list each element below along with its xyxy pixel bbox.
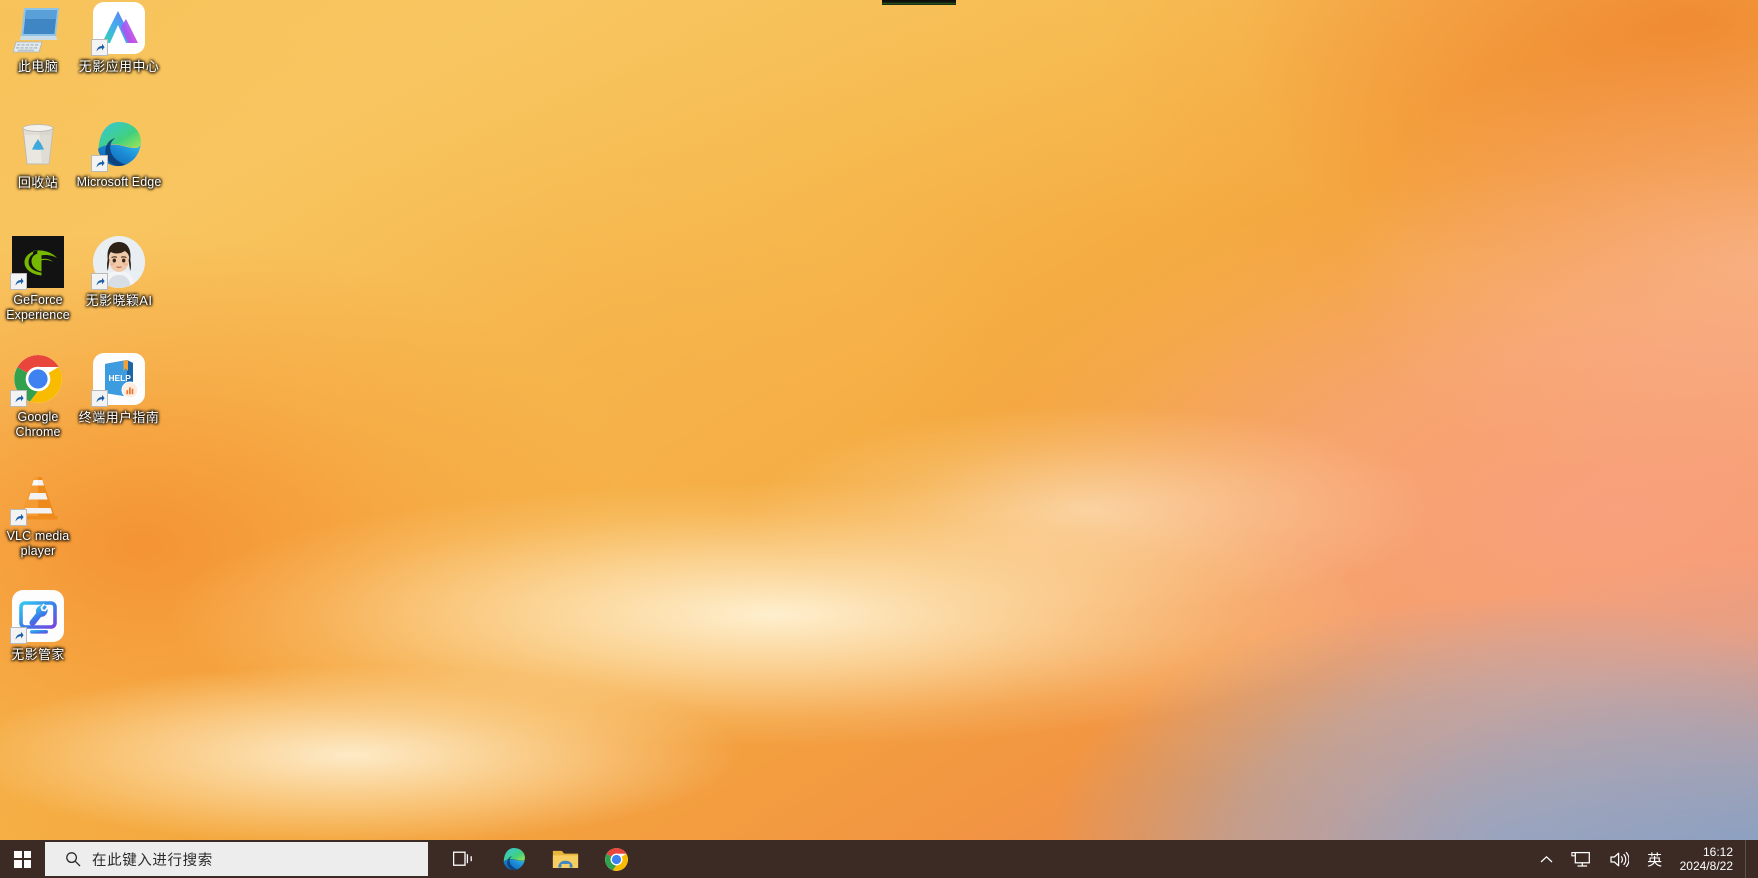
- vlc-cone-icon: [10, 472, 64, 526]
- taskbar-button-chrome[interactable]: [595, 840, 637, 878]
- help-book-icon: HELP: [91, 353, 145, 407]
- chrome-icon: [604, 847, 628, 871]
- desktop-icon-wuying-manager[interactable]: 无影管家: [0, 590, 81, 662]
- taskbar-clock[interactable]: 16:12 2024/8/22: [1672, 840, 1745, 878]
- desktop-icon-label: GeForce Experience: [6, 293, 70, 322]
- desktop-icon-label: 回收站: [17, 175, 59, 190]
- shortcut-arrow-icon: [91, 273, 108, 290]
- taskbar-button-task-view[interactable]: [442, 840, 484, 878]
- clock-time: 16:12: [1702, 845, 1733, 859]
- taskbar-app-list: [428, 840, 637, 878]
- nvidia-icon: [10, 236, 64, 290]
- desktop-icon-label: VLC media player: [6, 529, 70, 558]
- desktop-wallpaper: [0, 0, 1758, 878]
- shortcut-arrow-icon: [91, 155, 108, 172]
- clock-date: 2024/8/22: [1679, 859, 1733, 873]
- desktop-icon-this-pc[interactable]: 此电脑: [0, 2, 81, 74]
- chrome-icon: [10, 353, 64, 407]
- computer-icon: [12, 2, 64, 54]
- recycle-bin-icon: [12, 118, 64, 170]
- shortcut-arrow-icon: [10, 627, 27, 644]
- wuying-app-center-icon: [91, 2, 145, 56]
- show-desktop-button[interactable]: [1745, 840, 1752, 878]
- desktop-icon-label: 无影晓颖AI: [85, 293, 153, 308]
- network-icon: [1571, 851, 1591, 867]
- chevron-up-icon: [1540, 855, 1553, 862]
- edge-icon: [503, 848, 525, 871]
- desktop-icon-geforce-experience[interactable]: GeForce Experience: [0, 236, 81, 323]
- tray-ime-button[interactable]: 英: [1638, 840, 1672, 878]
- start-button[interactable]: [0, 840, 45, 878]
- desktop-icon-vlc-media-player[interactable]: VLC media player: [0, 472, 81, 559]
- svg-text:HELP: HELP: [109, 373, 132, 383]
- ime-label: 英: [1647, 851, 1663, 869]
- desktop-icon-wuying-xiaoying-ai[interactable]: 无影晓颖AI: [76, 236, 162, 308]
- tray-network-button[interactable]: [1562, 840, 1600, 878]
- folder-icon: [552, 850, 578, 868]
- search-input[interactable]: 在此键入进行搜索: [45, 842, 428, 876]
- speaker-icon: [1610, 851, 1630, 867]
- search-placeholder-text: 在此键入进行搜索: [92, 852, 213, 869]
- desktop-icon-user-guide[interactable]: HELP 终端用户指南: [76, 353, 162, 425]
- shortcut-arrow-icon: [91, 39, 108, 56]
- shortcut-arrow-icon: [10, 509, 27, 526]
- taskbar-button-edge[interactable]: [493, 840, 535, 878]
- shortcut-arrow-icon: [91, 390, 108, 407]
- desktop-icon-label: 无影管家: [11, 647, 65, 662]
- search-icon: [66, 852, 81, 867]
- desktop-icon-label: Microsoft Edge: [76, 175, 162, 189]
- desktop-icon-label: 终端用户指南: [78, 410, 160, 425]
- wuying-manager-icon: [10, 590, 64, 644]
- tray-overflow-button[interactable]: [1531, 840, 1562, 878]
- system-tray: 英 16:12 2024/8/22: [1531, 840, 1758, 878]
- avatar-icon: [91, 236, 145, 290]
- shortcut-arrow-icon: [10, 390, 27, 407]
- hidden-window-edge: [882, 0, 956, 5]
- taskbar-button-file-explorer[interactable]: [544, 840, 586, 878]
- desktop-icon-recycle-bin[interactable]: 回收站: [0, 118, 81, 190]
- windows-logo-icon: [14, 850, 31, 868]
- desktop-icon-microsoft-edge[interactable]: Microsoft Edge: [76, 118, 162, 190]
- desktop-icon-wuying-app-center[interactable]: 无影应用中心: [76, 2, 162, 74]
- desktop-icon-label: 无影应用中心: [78, 59, 160, 74]
- task-view-icon: [452, 851, 472, 866]
- tray-volume-button[interactable]: [1600, 840, 1638, 878]
- desktop-icon-label: 此电脑: [17, 59, 59, 74]
- shortcut-arrow-icon: [10, 273, 27, 290]
- edge-icon: [91, 118, 145, 172]
- desktop-icon-label: Google Chrome: [15, 410, 61, 439]
- taskbar: 在此键入进行搜索 英 16:12 2024/8/22: [0, 840, 1758, 878]
- desktop-icon-google-chrome[interactable]: Google Chrome: [0, 353, 81, 440]
